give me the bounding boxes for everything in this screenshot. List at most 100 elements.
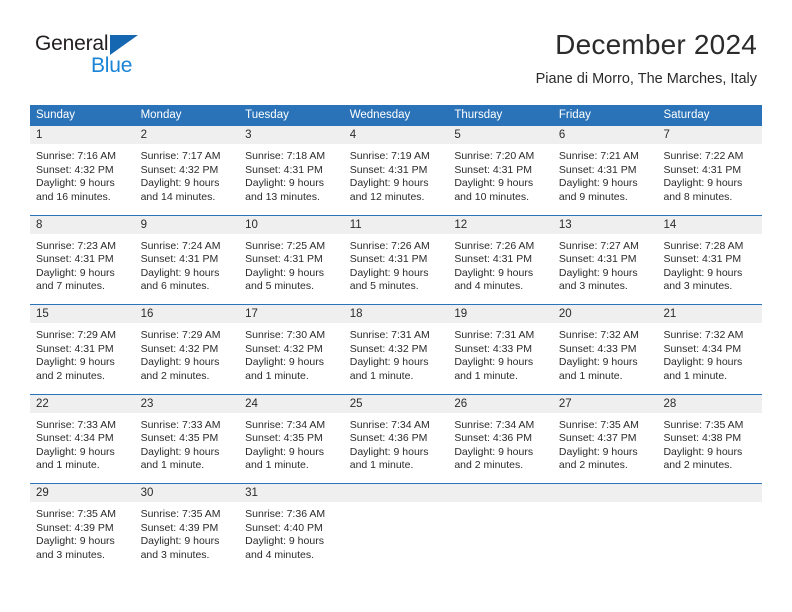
- day-cell[interactable]: 17 Sunrise: 7:30 AM Sunset: 4:32 PM Dayligh…: [239, 305, 344, 394]
- day-info-line: Daylight: 9 hours: [140, 445, 220, 458]
- day-number: 12: [454, 218, 468, 231]
- day-cell-body: Sunrise: 7:36 AM Sunset: 4:40 PM Daylight:…: [239, 502, 344, 562]
- day-info-line: Sunset: 4:31 PM: [349, 253, 428, 266]
- day-number: 29: [36, 487, 49, 499]
- day-cell-body: Sunrise: 7:19 AM Sunset: 4:31 PM Daylight:…: [344, 144, 449, 204]
- day-info-line: Sunrise: 7:17 AM: [140, 150, 221, 162]
- day-cell[interactable]: 6 Sunrise: 7:21 AM Sunset: 4:31 PM Daylight…: [552, 126, 658, 215]
- day-info-line: Sunrise: 7:32 AM: [558, 329, 639, 341]
- day-info-line: Sunrise: 7:26 AM: [349, 239, 430, 252]
- day-cell[interactable]: 16 Sunrise: 7:29 AM Sunset: 4:32 PM Dayligh…: [134, 305, 240, 394]
- day-cell-body: Sunrise: 7:26 AM Sunset: 4:31 PM Daylight:…: [448, 234, 553, 294]
- day-info-line: Sunrise: 7:33 AM: [36, 418, 116, 431]
- day-info-line: Sunset: 4:31 PM: [558, 253, 637, 266]
- day-info-line: Sunrise: 7:21 AM: [558, 150, 639, 162]
- day-number: 15: [36, 308, 49, 320]
- day-info-line: and 1 minute.: [454, 369, 518, 382]
- brand-logo[interactable]: General Blue: [35, 32, 235, 82]
- day-cell[interactable]: 24 Sunrise: 7:34 AM Sunset: 4:35 PM Dayligh…: [239, 394, 344, 483]
- day-cell[interactable]: 18 Sunrise: 7:31 AM Sunset: 4:32 PM Dayligh…: [343, 305, 449, 394]
- calendar-week-row: 15 Sunrise: 7:29 AM Sunset: 4:31 PM Dayligh…: [30, 304, 763, 394]
- day-cell-body: Sunrise: 7:34 AM Sunset: 4:36 PM Daylight:…: [448, 413, 553, 473]
- day-cell-body: Sunrise: 7:33 AM Sunset: 4:34 PM Daylight:…: [30, 413, 135, 473]
- day-cell[interactable]: 13 Sunrise: 7:27 AM Sunset: 4:31 PM Dayligh…: [552, 215, 658, 304]
- day-cell[interactable]: 5 Sunrise: 7:20 AM Sunset: 4:31 PM Daylight…: [448, 126, 553, 215]
- day-info-line: Sunset: 4:32 PM: [140, 163, 219, 176]
- day-number: 4: [349, 129, 357, 141]
- day-info-line: and 3 minutes.: [140, 548, 210, 561]
- day-cell-body: Sunrise: 7:31 AM Sunset: 4:32 PM Daylight:…: [344, 323, 449, 383]
- calendar-week-row: 8 Sunrise: 7:23 AM Sunset: 4:31 PM Daylight…: [30, 214, 763, 304]
- calendar-grid: Sunday Monday Tuesday Wednesday Thursday Frid…: [30, 105, 763, 573]
- day-info-line: Sunset: 4:34 PM: [36, 432, 114, 445]
- day-cell[interactable]: 22 Sunrise: 7:33 AM Sunset: 4:34 PM Dayligh…: [30, 394, 135, 483]
- day-cell[interactable]: 4 Sunrise: 7:19 AM Sunset: 4:31 PM Daylight…: [343, 126, 449, 215]
- day-info-line: Daylight: 9 hours: [454, 177, 534, 190]
- day-info-line: Sunset: 4:32 PM: [36, 163, 114, 176]
- day-cell[interactable]: 1 Sunrise: 7:16 AM Sunset: 4:32 PM Daylight…: [30, 126, 135, 215]
- triangle-flag-icon: [110, 35, 138, 55]
- day-cell[interactable]: 23 Sunrise: 7:33 AM Sunset: 4:35 PM Dayligh…: [134, 394, 240, 483]
- day-cell-body: [657, 502, 762, 508]
- day-cell[interactable]: 29 Sunrise: 7:35 AM Sunset: 4:39 PM Dayligh…: [30, 484, 135, 573]
- day-number: 3: [245, 129, 252, 141]
- day-info-line: Daylight: 9 hours: [245, 535, 324, 548]
- day-number-band: 15: [30, 305, 135, 323]
- day-info-line: and 2 minutes.: [663, 459, 733, 472]
- day-number: 10: [245, 218, 258, 231]
- day-cell[interactable]: 20 Sunrise: 7:32 AM Sunset: 4:33 PM Dayligh…: [552, 305, 658, 394]
- day-info-line: Sunrise: 7:36 AM: [245, 508, 326, 520]
- day-info-line: Daylight: 9 hours: [36, 445, 115, 458]
- day-cell[interactable]: 30 Sunrise: 7:35 AM Sunset: 4:39 PM Dayligh…: [134, 484, 240, 573]
- day-cell[interactable]: 3 Sunrise: 7:18 AM Sunset: 4:31 PM Daylight…: [239, 126, 344, 215]
- day-number: 13: [558, 218, 572, 231]
- day-cell[interactable]: 25 Sunrise: 7:34 AM Sunset: 4:36 PM Dayligh…: [343, 394, 449, 483]
- day-number: 23: [140, 397, 154, 410]
- day-cell[interactable]: 19 Sunrise: 7:31 AM Sunset: 4:33 PM Dayligh…: [448, 305, 553, 394]
- day-info-line: Sunrise: 7:30 AM: [245, 329, 326, 341]
- day-info-line: Sunset: 4:36 PM: [454, 432, 532, 445]
- day-cell-empty: [552, 484, 658, 573]
- day-cell[interactable]: 10 Sunrise: 7:25 AM Sunset: 4:31 PM Dayligh…: [239, 215, 344, 304]
- day-number: 21: [663, 308, 677, 320]
- day-cell[interactable]: 31 Sunrise: 7:36 AM Sunset: 4:40 PM Dayligh…: [239, 484, 344, 573]
- day-info-line: Sunrise: 7:34 AM: [349, 418, 430, 431]
- day-info-line: Sunrise: 7:23 AM: [36, 239, 116, 252]
- day-info-line: Sunset: 4:33 PM: [558, 342, 637, 355]
- day-cell[interactable]: 7 Sunrise: 7:22 AM Sunset: 4:31 PM Daylight…: [657, 126, 763, 215]
- day-info-line: and 2 minutes.: [36, 369, 105, 382]
- day-info-line: and 13 minutes.: [245, 190, 320, 203]
- day-cell[interactable]: 26 Sunrise: 7:34 AM Sunset: 4:36 PM Dayligh…: [448, 394, 553, 483]
- day-number-band: 5: [448, 126, 553, 144]
- day-info-line: Sunrise: 7:31 AM: [349, 329, 430, 341]
- day-info-line: Sunset: 4:33 PM: [454, 342, 532, 355]
- day-info-line: Sunrise: 7:31 AM: [454, 329, 535, 341]
- day-cell[interactable]: 2 Sunrise: 7:17 AM Sunset: 4:32 PM Daylight…: [134, 126, 240, 215]
- day-cell[interactable]: 8 Sunrise: 7:23 AM Sunset: 4:31 PM Daylight…: [30, 215, 135, 304]
- day-info-line: Daylight: 9 hours: [36, 535, 115, 548]
- day-number-band: 8: [30, 215, 135, 234]
- day-cell[interactable]: 28 Sunrise: 7:35 AM Sunset: 4:38 PM Dayligh…: [657, 394, 763, 483]
- day-cell[interactable]: 15 Sunrise: 7:29 AM Sunset: 4:31 PM Dayligh…: [30, 305, 135, 394]
- day-cell[interactable]: 12 Sunrise: 7:26 AM Sunset: 4:31 PM Dayligh…: [448, 215, 553, 304]
- day-number: 27: [558, 397, 572, 410]
- day-number-band: [343, 484, 449, 502]
- day-info-line: Daylight: 9 hours: [663, 445, 743, 458]
- day-cell-body: Sunrise: 7:17 AM Sunset: 4:32 PM Daylight:…: [135, 144, 240, 204]
- day-cell[interactable]: 14 Sunrise: 7:28 AM Sunset: 4:31 PM Dayligh…: [657, 215, 763, 304]
- day-info-line: Sunrise: 7:35 AM: [36, 508, 116, 520]
- day-cell[interactable]: 21 Sunrise: 7:32 AM Sunset: 4:34 PM Dayligh…: [657, 305, 763, 394]
- day-cell-body: Sunrise: 7:34 AM Sunset: 4:36 PM Daylight:…: [344, 413, 449, 473]
- day-cell[interactable]: 27 Sunrise: 7:35 AM Sunset: 4:37 PM Dayligh…: [552, 394, 658, 483]
- day-info-line: and 2 minutes.: [140, 369, 210, 382]
- day-info-line: Daylight: 9 hours: [245, 266, 324, 279]
- page-header: General Blue December 2024 Piane di Morr…: [0, 0, 792, 98]
- day-cell[interactable]: 9 Sunrise: 7:24 AM Sunset: 4:31 PM Daylight…: [134, 215, 240, 304]
- day-cell[interactable]: 11 Sunrise: 7:26 AM Sunset: 4:31 PM Dayligh…: [343, 215, 449, 304]
- day-cell-body: Sunrise: 7:33 AM Sunset: 4:35 PM Daylight:…: [135, 413, 240, 473]
- day-number: 25: [349, 397, 363, 410]
- day-number-band: 9: [134, 215, 240, 234]
- day-info-line: and 14 minutes.: [140, 190, 216, 203]
- day-info-line: Sunrise: 7:20 AM: [454, 150, 535, 162]
- day-cell-body: Sunrise: 7:35 AM Sunset: 4:38 PM Daylight:…: [657, 413, 762, 473]
